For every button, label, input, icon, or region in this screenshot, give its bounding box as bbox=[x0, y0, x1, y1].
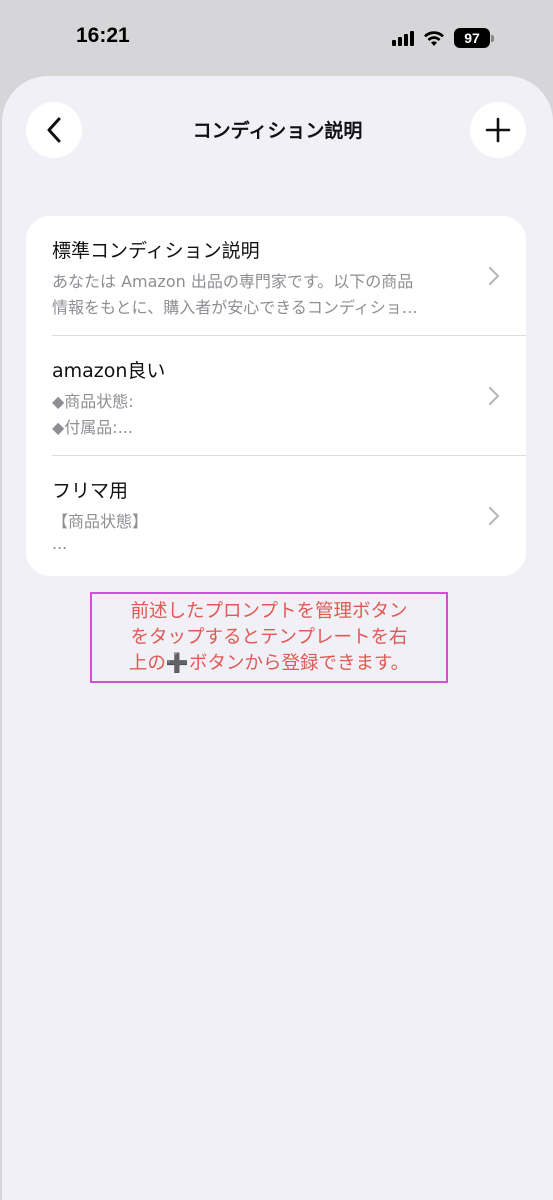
template-item-amazon-good[interactable]: amazon良い ◆商品状態: ◆付属品:... bbox=[26, 336, 526, 456]
add-template-button[interactable] bbox=[470, 102, 526, 158]
template-preview-line: あなたは Amazon 出品の専門家です。以下の商品 bbox=[52, 272, 414, 291]
template-title: 標準コンディション説明 bbox=[52, 240, 260, 262]
chevron-right-icon bbox=[488, 386, 500, 406]
annotation-line: 前述したプロンプトを管理ボタン bbox=[130, 601, 408, 622]
battery-level: 97 bbox=[454, 28, 490, 48]
template-preview-line: 【商品状態】 bbox=[52, 512, 149, 531]
plus-icon bbox=[485, 117, 511, 143]
status-icons: 97 bbox=[392, 26, 494, 50]
template-preview-line: 情報をもとに、購入者が安心できるコンディショ… bbox=[52, 298, 418, 317]
template-title: amazon良い bbox=[52, 360, 166, 382]
status-time: 16:21 bbox=[76, 24, 130, 47]
chevron-right-icon bbox=[488, 506, 500, 526]
template-item-standard[interactable]: 標準コンディション説明 あなたは Amazon 出品の専門家です。以下の商品 情… bbox=[26, 216, 526, 336]
annotation-line: をタップするとテンプレートを右 bbox=[130, 627, 408, 648]
template-item-flea-market[interactable]: フリマ用 【商品状態】 ... bbox=[26, 456, 526, 576]
template-list: 標準コンディション説明 あなたは Amazon 出品の専門家です。以下の商品 情… bbox=[26, 216, 526, 576]
battery-icon: 97 bbox=[454, 28, 494, 48]
annotation-line: 上の➕ボタンから登録できます。 bbox=[128, 653, 410, 674]
wifi-icon bbox=[424, 31, 444, 46]
annotation-note: 前述したプロンプトを管理ボタン をタップするとテンプレートを右 上の➕ボタンから… bbox=[90, 592, 448, 683]
template-preview-line: ... bbox=[52, 534, 68, 553]
template-preview-line: ◆商品状態: bbox=[52, 392, 134, 411]
template-title: フリマ用 bbox=[52, 480, 129, 502]
template-preview-line: ◆付属品:... bbox=[52, 418, 133, 437]
signal-icon bbox=[392, 30, 414, 46]
status-bar: 16:21 97 bbox=[0, 0, 553, 76]
chevron-right-icon bbox=[488, 266, 500, 286]
